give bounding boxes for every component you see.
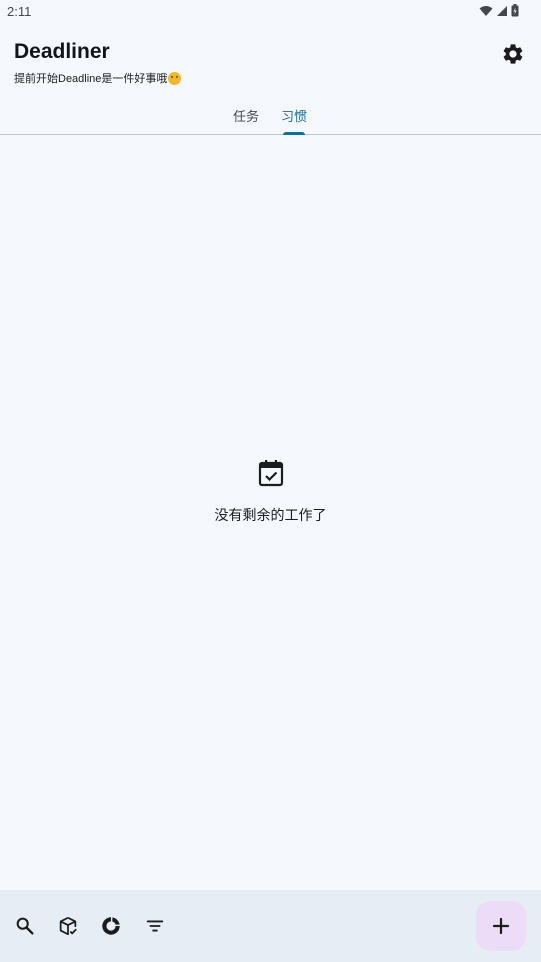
tab-bar: 任务 习惯	[0, 100, 541, 135]
search-button[interactable]	[14, 915, 36, 937]
calendar-check-icon	[258, 460, 283, 487]
archive-box-icon	[59, 916, 77, 936]
empty-state: 没有剩余的工作了	[0, 458, 541, 525]
settings-button[interactable]	[501, 42, 525, 66]
status-bar: 2:11	[0, 0, 541, 24]
gear-icon	[503, 44, 523, 64]
battery-icon	[511, 4, 519, 17]
donut-chart-icon	[102, 917, 120, 935]
tab-tasks[interactable]: 任务	[230, 106, 262, 125]
empty-state-message: 没有剩余的工作了	[214, 507, 327, 523]
app-subtitle: 提前开始Deadline是一件好事哦	[14, 73, 168, 85]
smile-emoji-icon	[168, 71, 182, 85]
archive-button[interactable]	[57, 915, 79, 937]
filter-button[interactable]	[144, 915, 166, 937]
wifi-icon	[479, 5, 493, 16]
tab-habits[interactable]: 习惯	[278, 106, 310, 125]
app-header: Deadliner 提前开始Deadline是一件好事哦	[0, 36, 541, 96]
signal-icon	[497, 5, 507, 16]
search-icon	[16, 917, 34, 935]
tab-selected-indicator	[283, 132, 305, 135]
app-screen: 2:11 Deadliner 提前开始Deadline是一件好事哦 任务 习惯 …	[0, 0, 541, 962]
app-subtitle-row: 提前开始Deadline是一件好事哦	[14, 70, 182, 86]
filter-icon	[146, 920, 164, 932]
statistics-button[interactable]	[100, 915, 122, 937]
plus-icon	[492, 917, 510, 935]
app-title: Deadliner	[14, 40, 110, 63]
add-fab-button[interactable]	[476, 901, 526, 951]
status-time: 2:11	[7, 4, 32, 19]
status-icons	[479, 4, 519, 17]
bottom-app-bar	[0, 890, 541, 962]
